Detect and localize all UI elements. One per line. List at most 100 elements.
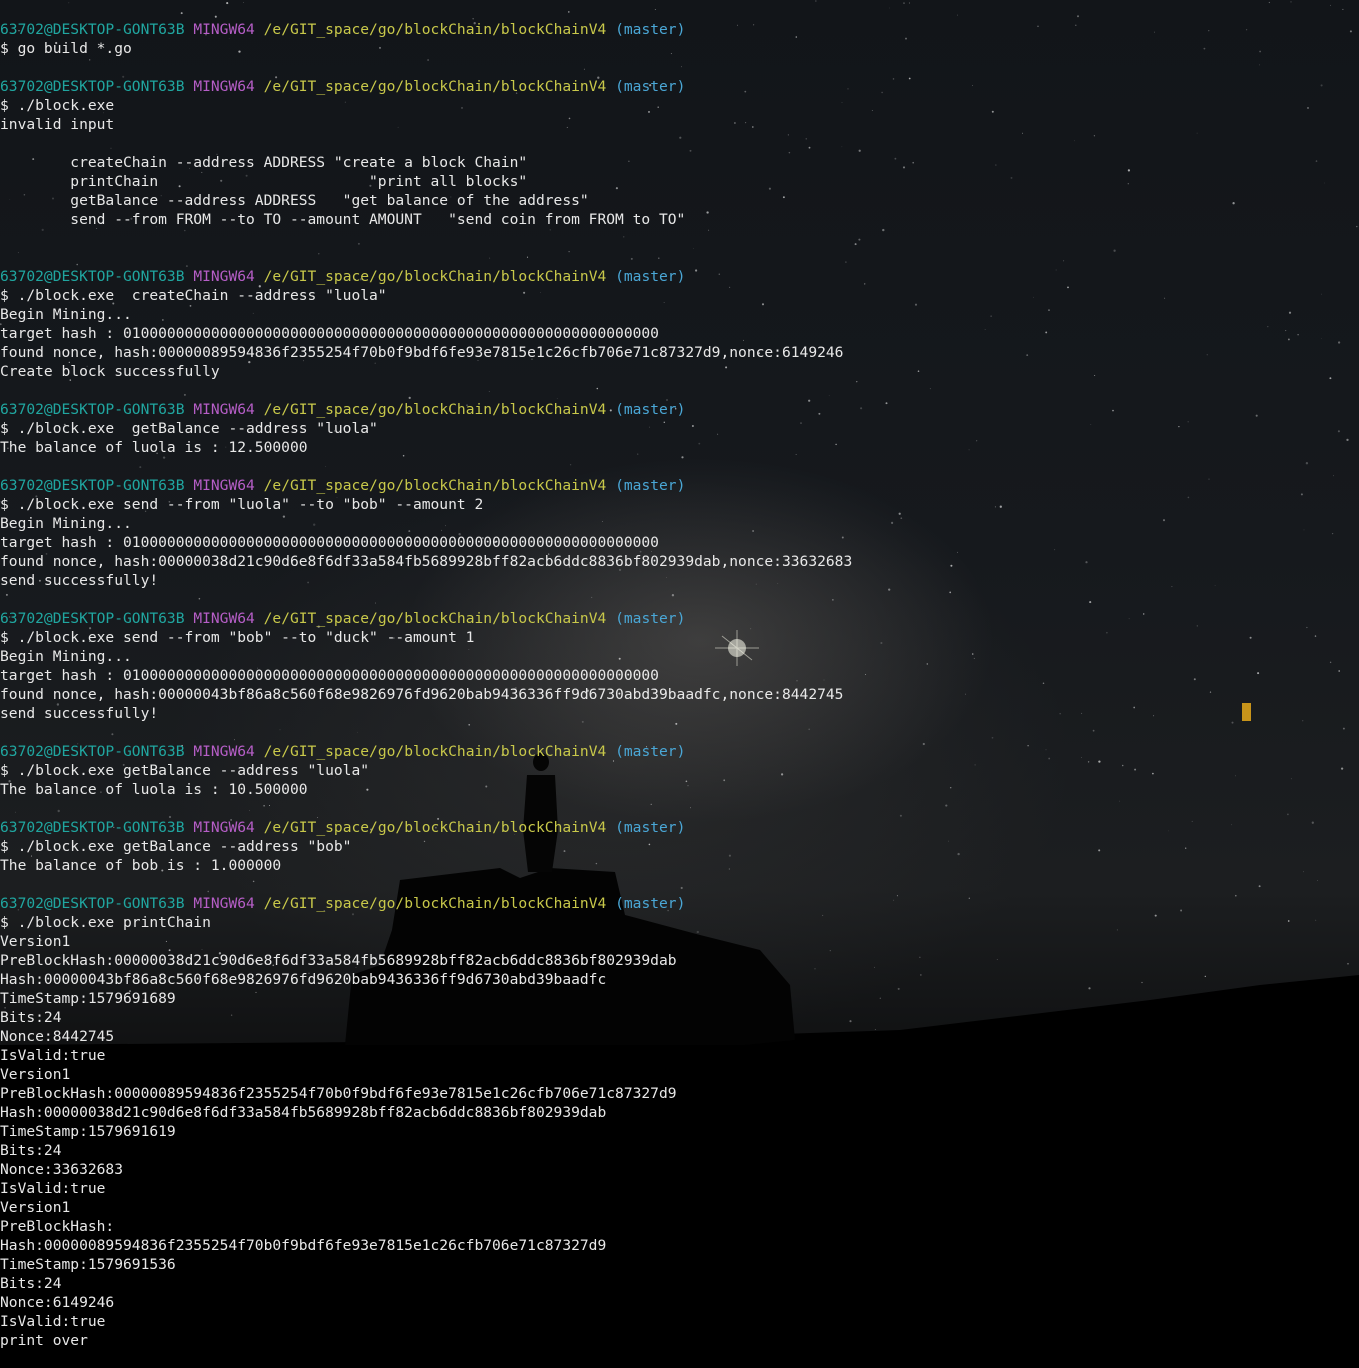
output-line: TimeStamp:1579691689 <box>0 990 176 1007</box>
output-line: Nonce:33632683 <box>0 1161 124 1178</box>
output-line: $ ./block.exe send --from "bob" --to "du… <box>0 629 475 646</box>
output-line: The balance of luola is : 10.500000 <box>0 781 308 798</box>
prompt-system: MINGW64 <box>193 610 255 627</box>
prompt-user: 63702@DESKTOP-GONT63B <box>0 21 185 38</box>
prompt-user: 63702@DESKTOP-GONT63B <box>0 268 185 285</box>
prompt-path: /e/GIT_space/go/blockChain/blockChainV4 <box>263 477 607 494</box>
star <box>1290 1 1292 3</box>
prompt-path: /e/GIT_space/go/blockChain/blockChainV4 <box>263 21 607 38</box>
star <box>1268 1 1271 4</box>
prompt-system: MINGW64 <box>193 401 255 418</box>
star <box>654 9 656 11</box>
output-line: PreBlockHash:00000038d21c90d6e8f6df33a58… <box>0 952 677 969</box>
output-line: TimeStamp:1579691619 <box>0 1123 176 1140</box>
prompt-line: 63702@DESKTOP-GONT63B MINGW64 /e/GIT_spa… <box>0 20 1359 39</box>
output-line: Bits:24 <box>0 1009 62 1026</box>
prompt-path: /e/GIT_space/go/blockChain/blockChainV4 <box>263 610 607 627</box>
star <box>243 2 244 3</box>
star <box>180 12 183 15</box>
text-cursor <box>1242 703 1251 721</box>
prompt-path: /e/GIT_space/go/blockChain/blockChainV4 <box>263 268 607 285</box>
output-line: found nonce, hash:00000038d21c90d6e8f6df… <box>0 553 853 570</box>
output-line: Bits:24 <box>0 1142 62 1159</box>
output-line: send --from FROM --to TO --amount AMOUNT… <box>0 211 686 228</box>
output-line: Version1 <box>0 1066 71 1083</box>
output-line: $ ./block.exe send --from "luola" --to "… <box>0 496 484 513</box>
prompt-branch: (master) <box>615 610 686 627</box>
star <box>815 0 817 2</box>
output-line: createChain --address ADDRESS "create a … <box>0 154 528 171</box>
star <box>908 2 910 4</box>
output-line: IsValid:true <box>0 1047 106 1064</box>
prompt-branch: (master) <box>615 477 686 494</box>
prompt-user: 63702@DESKTOP-GONT63B <box>0 78 185 95</box>
prompt-system: MINGW64 <box>193 21 255 38</box>
prompt-branch: (master) <box>615 819 686 836</box>
prompt-user: 63702@DESKTOP-GONT63B <box>0 477 185 494</box>
output-line: The balance of bob is : 1.000000 <box>0 857 282 874</box>
star <box>1342 8 1344 10</box>
prompt-system: MINGW64 <box>193 819 255 836</box>
star <box>1077 15 1079 18</box>
output-line: Begin Mining... <box>0 648 132 665</box>
output-line: Begin Mining... <box>0 515 132 532</box>
terminal-output[interactable]: 63702@DESKTOP-GONT63B MINGW64 /e/GIT_spa… <box>0 20 1359 1350</box>
output-line: TimeStamp:1579691536 <box>0 1256 176 1273</box>
prompt-path: /e/GIT_space/go/blockChain/blockChainV4 <box>263 78 607 95</box>
star <box>567 11 570 13</box>
prompt-user: 63702@DESKTOP-GONT63B <box>0 819 185 836</box>
output-line: $ ./block.exe printChain <box>0 914 211 931</box>
output-line: $ ./block.exe getBalance --address "bob" <box>0 838 352 855</box>
star <box>903 2 905 4</box>
prompt-branch: (master) <box>615 743 686 760</box>
prompt-system: MINGW64 <box>193 895 255 912</box>
prompt-user: 63702@DESKTOP-GONT63B <box>0 610 185 627</box>
prompt-user: 63702@DESKTOP-GONT63B <box>0 895 185 912</box>
output-line: Create block successfully <box>0 363 220 380</box>
output-line: target hash : 01000000000000000000000000… <box>0 325 659 342</box>
output-line: Version1 <box>0 1199 71 1216</box>
output-line: Hash:00000089594836f2355254f70b0f9bdf6fe… <box>0 1237 607 1254</box>
output-line: print over <box>0 1332 88 1349</box>
prompt-user: 63702@DESKTOP-GONT63B <box>0 401 185 418</box>
output-line: $ ./block.exe <box>0 97 115 114</box>
prompt-line: 63702@DESKTOP-GONT63B MINGW64 /e/GIT_spa… <box>0 400 1359 419</box>
prompt-path: /e/GIT_space/go/blockChain/blockChainV4 <box>263 401 607 418</box>
output-line: $ ./block.exe getBalance --address "luol… <box>0 762 370 779</box>
output-line: send successfully! <box>0 572 159 589</box>
prompt-system: MINGW64 <box>193 477 255 494</box>
prompt-path: /e/GIT_space/go/blockChain/blockChainV4 <box>263 743 607 760</box>
output-line: found nonce, hash:00000089594836f2355254… <box>0 344 844 361</box>
output-line: The balance of luola is : 12.500000 <box>0 439 308 456</box>
output-line: PreBlockHash: <box>0 1218 115 1235</box>
prompt-branch: (master) <box>615 268 686 285</box>
prompt-line: 63702@DESKTOP-GONT63B MINGW64 /e/GIT_spa… <box>0 818 1359 837</box>
output-line: $ ./block.exe createChain --address "luo… <box>0 287 387 304</box>
output-line: target hash : 01000000000000000000000000… <box>0 534 659 551</box>
output-line: $ ./block.exe getBalance --address "luol… <box>0 420 378 437</box>
output-line: Nonce:6149246 <box>0 1294 115 1311</box>
output-line: printChain "print all blocks" <box>0 173 528 190</box>
output-line: getBalance --address ADDRESS "get balanc… <box>0 192 589 209</box>
prompt-system: MINGW64 <box>193 268 255 285</box>
prompt-line: 63702@DESKTOP-GONT63B MINGW64 /e/GIT_spa… <box>0 77 1359 96</box>
prompt-system: MINGW64 <box>193 743 255 760</box>
star <box>1330 4 1331 6</box>
prompt-branch: (master) <box>615 895 686 912</box>
output-line: found nonce, hash:00000043bf86a8c560f68e… <box>0 686 844 703</box>
prompt-branch: (master) <box>615 401 686 418</box>
prompt-line: 63702@DESKTOP-GONT63B MINGW64 /e/GIT_spa… <box>0 609 1359 628</box>
star <box>226 2 229 5</box>
output-line: send successfully! <box>0 705 159 722</box>
output-line: Begin Mining... <box>0 306 132 323</box>
output-line: Bits:24 <box>0 1275 62 1292</box>
star <box>889 7 890 9</box>
output-line: invalid input <box>0 116 115 133</box>
